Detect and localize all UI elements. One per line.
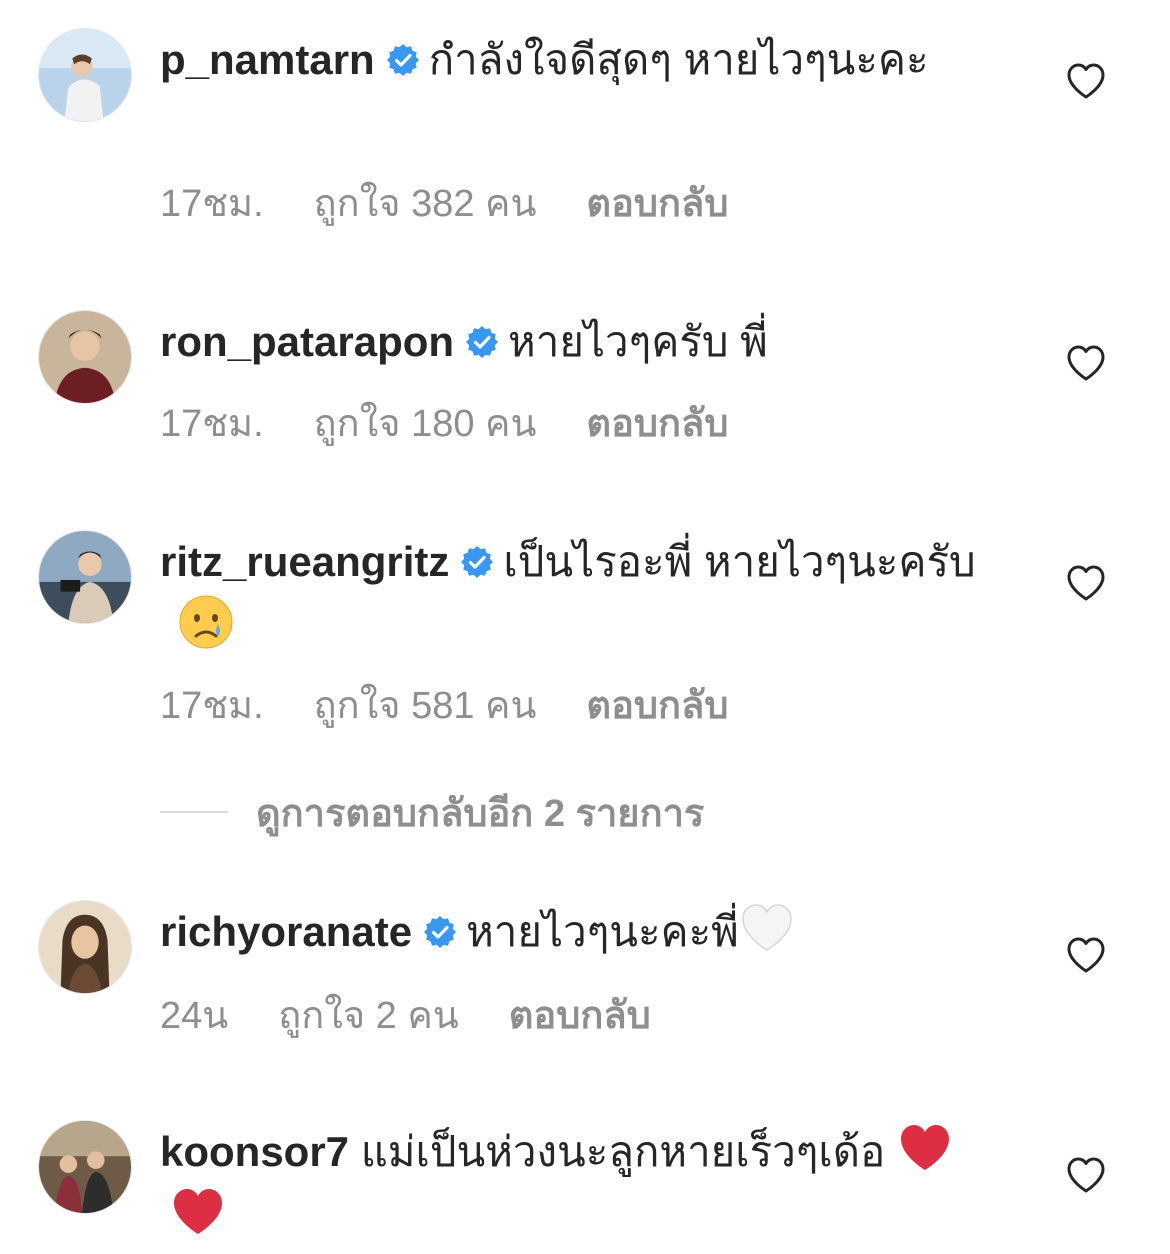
- avatar[interactable]: [38, 1120, 132, 1214]
- comment-body: p_namtarn กำลังใจดีสุดๆ หายไวๆนะคะ: [160, 28, 1000, 92]
- verified-badge-icon: [424, 916, 457, 948]
- comment-meta: 17ชม. ถูกใจ 581 คน ตอบกลับ: [160, 674, 778, 735]
- username[interactable]: ron_patarapon: [160, 318, 454, 365]
- like-count[interactable]: ถูกใจ 2 คน: [278, 995, 458, 1037]
- comment-text: แม่เป็นห่วงนะลูกหายเร็วๆเด้อ: [360, 1128, 886, 1175]
- like-heart-icon[interactable]: [1066, 936, 1106, 974]
- view-more-replies-button[interactable]: ดูการตอบกลับอีก 2 รายการ: [160, 788, 704, 836]
- crying-face-emoji-icon: [178, 594, 234, 650]
- reply-button[interactable]: ตอบกลับ: [586, 685, 728, 727]
- reply-button[interactable]: ตอบกลับ: [586, 183, 728, 225]
- divider-line: [160, 811, 228, 813]
- comment-body: richyoranate หายไวๆนะคะพี่: [160, 900, 1000, 964]
- avatar[interactable]: [38, 900, 132, 994]
- comment-meta: 17ชม. ถูกใจ 382 คน ตอบกลับ: [160, 172, 778, 233]
- like-heart-icon[interactable]: [1066, 344, 1106, 382]
- like-heart-icon[interactable]: [1066, 1156, 1106, 1194]
- reply-button[interactable]: ตอบกลับ: [509, 995, 651, 1037]
- comment-meta: 17ชม. ถูกใจ 180 คน ตอบกลับ: [160, 392, 778, 453]
- comment-time: 17ชม.: [160, 403, 264, 445]
- avatar[interactable]: [38, 310, 132, 404]
- comment-text: กำลังใจดีสุดๆ หายไวๆนะคะ: [428, 36, 929, 83]
- username[interactable]: p_namtarn: [160, 36, 375, 83]
- username[interactable]: richyoranate: [160, 908, 412, 955]
- username[interactable]: ritz_rueangritz: [160, 538, 449, 585]
- comment-time: 17ชม.: [160, 183, 264, 225]
- like-count[interactable]: ถูกใจ 180 คน: [314, 403, 537, 445]
- username[interactable]: koonsor7: [160, 1128, 349, 1175]
- verified-badge-icon: [466, 326, 499, 358]
- verified-badge-icon: [386, 44, 419, 76]
- comment-time: 17ชม.: [160, 685, 264, 727]
- like-count[interactable]: ถูกใจ 382 คน: [314, 183, 537, 225]
- comment-text: หายไวๆนะคะพี่: [466, 908, 739, 955]
- like-count[interactable]: ถูกใจ 581 คน: [314, 685, 537, 727]
- red-heart-emoji-icon: [170, 1184, 226, 1240]
- red-heart-emoji-icon: [897, 1120, 953, 1176]
- comment-text: หายไวๆครับ พี่: [508, 318, 768, 365]
- view-more-replies-label: ดูการตอบกลับอีก 2 รายการ: [256, 792, 705, 835]
- comment-time: 24น: [160, 995, 229, 1037]
- like-heart-icon[interactable]: [1066, 62, 1106, 100]
- avatar[interactable]: [38, 530, 132, 624]
- comment-body: ron_patarapon หายไวๆครับ พี่: [160, 310, 1000, 374]
- comment-body: ritz_rueangritz เป็นไรอะพี่ หายไวๆนะครับ: [160, 530, 1000, 658]
- reply-button[interactable]: ตอบกลับ: [586, 403, 728, 445]
- comment-text: เป็นไรอะพี่ หายไวๆนะครับ: [503, 538, 976, 585]
- white-heart-emoji-icon: [739, 900, 795, 956]
- like-heart-icon[interactable]: [1066, 564, 1106, 602]
- comment-body: koonsor7 แม่เป็นห่วงนะลูกหายเร็วๆเด้อ: [160, 1120, 1000, 1248]
- avatar[interactable]: [38, 28, 132, 122]
- verified-badge-icon: [461, 546, 494, 578]
- comment-meta: 24น ถูกใจ 2 คน ตอบกลับ: [160, 984, 701, 1045]
